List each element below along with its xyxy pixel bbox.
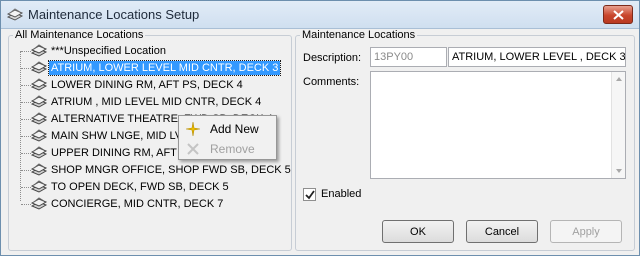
stacked-pages-icon	[6, 8, 24, 22]
description-field[interactable]: ATRIUM, LOWER LEVEL , DECK 3	[448, 47, 626, 67]
tree-item[interactable]: SHOP MNGR OFFICE, SHOP FWD SB, DECK 5	[12, 162, 291, 178]
tree-item[interactable]: CONCIERGE, MID CNTR, DECK 7	[12, 196, 282, 212]
stacked-pages-icon	[30, 180, 48, 194]
tree-item-label: CONCIERGE, MID CNTR, DECK 7	[51, 198, 224, 210]
description-label: Description:	[303, 52, 362, 64]
apply-button[interactable]: Apply	[550, 220, 622, 243]
tree-item-label: ATRIUM , MID LEVEL MID CNTR, DECK 4	[51, 96, 262, 108]
stacked-pages-icon	[30, 78, 48, 92]
tree-item-label: LOWER DINING RM, AFT PS, DECK 4	[51, 79, 243, 91]
maintenance-locations-legend: Maintenance Locations	[302, 29, 416, 41]
scroll-up-icon[interactable]	[614, 74, 624, 84]
title-bar[interactable]: Maintenance Locations Setup	[1, 1, 639, 29]
stacked-pages-icon	[30, 112, 48, 126]
tree-item[interactable]: ***Unspecified Location	[12, 43, 282, 59]
tree-item-label: SHOP MNGR OFFICE, SHOP FWD SB, DECK 5	[51, 164, 291, 176]
stacked-pages-icon	[30, 163, 48, 177]
maintenance-locations-window: Maintenance Locations Setup All Maintena…	[0, 0, 640, 256]
tree-item-selected[interactable]: ATRIUM, LOWER LEVEL MID CNTR, DECK 3	[12, 60, 282, 76]
scroll-down-icon[interactable]	[614, 166, 624, 176]
code-field: 13PY00	[370, 47, 447, 67]
menu-item-label: Remove	[210, 142, 255, 156]
close-button[interactable]	[603, 5, 633, 24]
x-icon	[186, 142, 200, 156]
stacked-pages-icon	[30, 95, 48, 109]
cancel-button[interactable]: Cancel	[466, 220, 538, 243]
check-icon	[305, 190, 315, 200]
tree-item-label: TO OPEN DECK, FWD SB, DECK 5	[51, 181, 229, 193]
comments-field[interactable]	[370, 71, 626, 179]
stacked-pages-icon	[30, 129, 48, 143]
enabled-checkbox[interactable]	[303, 188, 316, 201]
stacked-pages-icon	[30, 146, 48, 160]
window-title: Maintenance Locations Setup	[28, 7, 200, 22]
tree-item[interactable]: LOWER DINING RM, AFT PS, DECK 4	[12, 77, 282, 93]
tree-item-label: ATRIUM, LOWER LEVEL MID CNTR, DECK 3	[47, 60, 282, 76]
sparkle-icon	[185, 121, 201, 137]
tree-item[interactable]: TO OPEN DECK, FWD SB, DECK 5	[12, 179, 282, 195]
menu-item-label: Add New	[210, 122, 259, 136]
menu-item-remove[interactable]: Remove	[181, 139, 275, 159]
tree-item-label: ***Unspecified Location	[51, 45, 166, 57]
comments-scrollbar[interactable]	[611, 72, 625, 178]
close-icon	[613, 10, 624, 20]
stacked-pages-icon	[30, 44, 48, 58]
ok-button[interactable]: OK	[382, 220, 454, 243]
context-menu: Add New Remove	[178, 115, 277, 160]
stacked-pages-icon	[30, 197, 48, 211]
tree-item[interactable]: ATRIUM , MID LEVEL MID CNTR, DECK 4	[12, 94, 282, 110]
comments-label: Comments:	[303, 76, 360, 88]
menu-item-add-new[interactable]: Add New	[181, 119, 275, 139]
enabled-label: Enabled	[321, 188, 362, 200]
stacked-pages-icon	[30, 61, 48, 75]
all-locations-legend: All Maintenance Locations	[15, 29, 144, 41]
